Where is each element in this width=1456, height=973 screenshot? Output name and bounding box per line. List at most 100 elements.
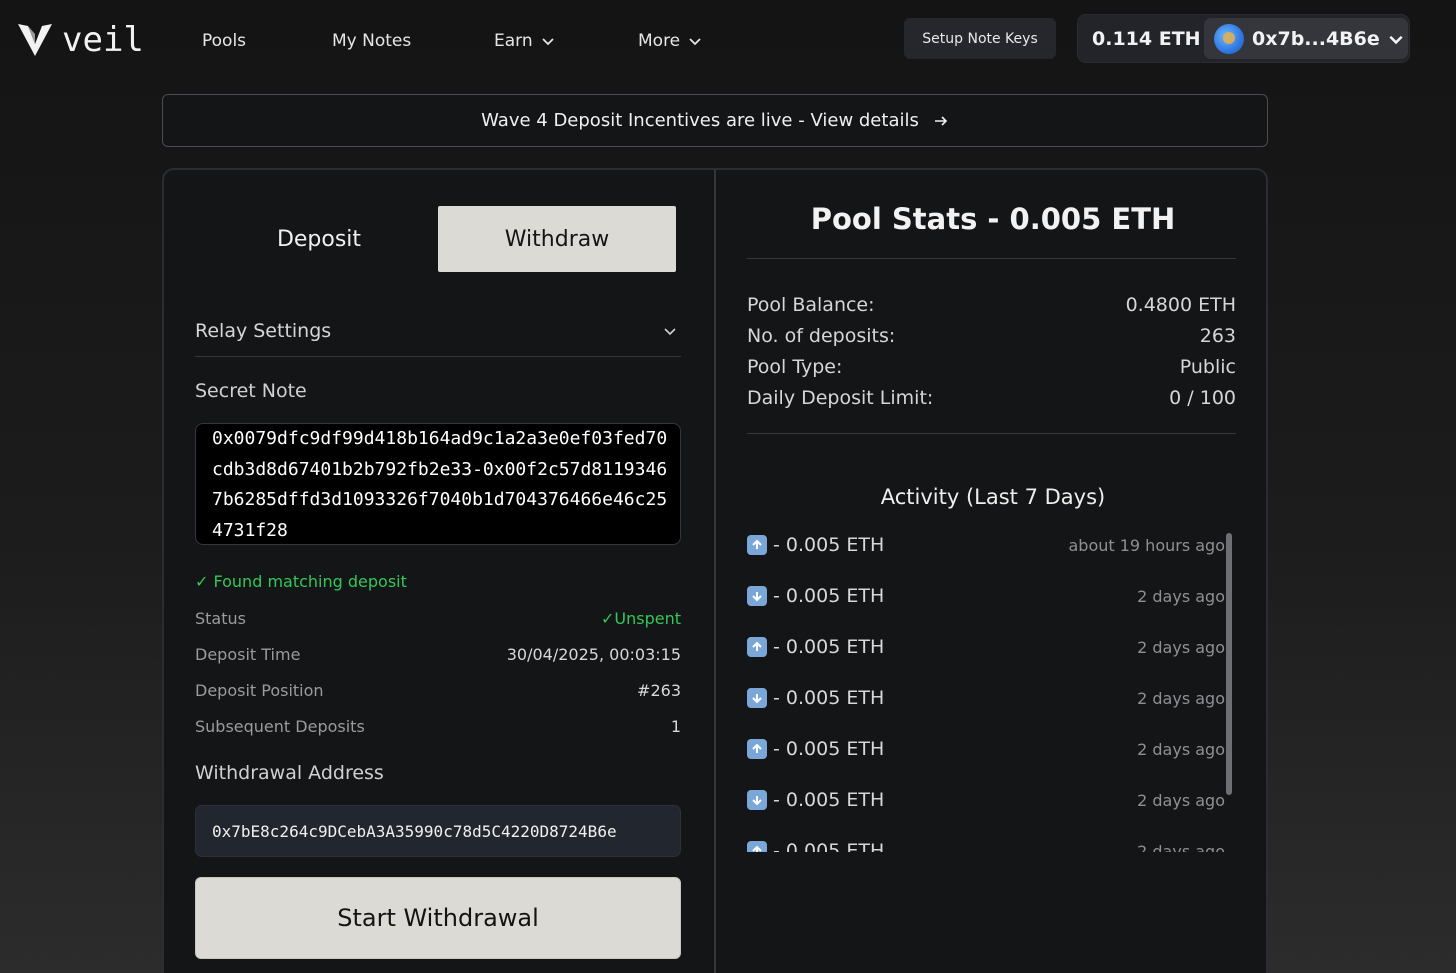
panel-divider [714,170,716,973]
activity-item-left: - 0.005 ETH [747,534,884,556]
stat-key: Daily Deposit Limit: [747,387,934,409]
tab-withdraw[interactable]: Withdraw [438,206,676,272]
wallet-widget: 0.114 ETH 0x7b...4B6e [1077,14,1410,63]
detail-row-subsequent-deposits: Subsequent Deposits 1 [195,715,681,739]
chevron-down-icon [689,38,701,46]
activity-time: 2 days ago [1137,586,1225,606]
activity-item: - 0.005 ETH about 19 hours ago [747,530,1225,560]
stat-value: 263 [1199,325,1236,347]
stats-divider-bottom [747,433,1236,434]
brand-logo[interactable]: veil [18,22,144,58]
stat-key: Pool Balance: [747,294,875,316]
activity-time: 2 days ago [1137,637,1225,657]
pool-stats-title: Pool Stats - 0.005 ETH [810,202,1176,236]
activity-item-left: - 0.005 ETH [747,636,884,658]
activity-item: - 0.005 ETH 2 days ago [747,683,1225,713]
detail-row-status: Status ✓Unspent [195,607,681,631]
activity-time: 2 days ago [1137,841,1225,853]
activity-item: - 0.005 ETH 2 days ago [747,581,1225,611]
detail-row-deposit-time: Deposit Time 30/04/2025, 00:03:15 [195,643,681,667]
activity-time: about 19 hours ago [1068,535,1225,555]
arrow-down-icon [747,790,767,810]
activity-item: - 0.005 ETH 2 days ago [747,785,1225,815]
top-nav: veil Pools My Notes Earn More Setup Note… [0,0,1456,82]
stat-value: 0 / 100 [1169,387,1236,409]
activity-scrollbar[interactable] [1226,533,1232,795]
detail-key: Status [195,609,246,628]
arrow-up-icon [747,637,767,657]
activity-time: 2 days ago [1137,790,1225,810]
relay-settings-label: Relay Settings [195,320,332,342]
pool-card: Deposit Withdraw Relay Settings Secret N… [162,168,1268,973]
activity-item-left: - 0.005 ETH [747,840,884,852]
chevron-down-icon [541,38,554,46]
found-deposit-text: ✓ Found matching deposit [195,572,407,591]
stat-value: 0.4800 ETH [1125,294,1236,316]
setup-note-keys-button[interactable]: Setup Note Keys [904,18,1056,59]
withdrawal-address-input[interactable]: 0x7bE8c264c9DCebA3A35990c78d5C4220D8724B… [195,805,681,857]
nav-more-label: More [638,31,681,51]
brand-name: veil [62,20,144,60]
secret-note-input[interactable]: 0x0079dfc9df99d418b164ad9c1a2a3e0ef03fed… [195,423,681,545]
wallet-balance: 0.114 ETH [1092,28,1201,50]
stat-row-daily-limit: Daily Deposit Limit: 0 / 100 [747,385,1236,411]
detail-value: 1 [670,717,681,736]
nav-earn[interactable]: Earn [494,29,555,53]
arrow-up-icon [747,841,767,852]
detail-value: 30/04/2025, 00:03:15 [506,645,681,664]
activity-amount: - 0.005 ETH [773,687,885,709]
detail-row-deposit-position: Deposit Position #263 [195,679,681,703]
stat-key: Pool Type: [747,356,843,378]
veil-logo-icon [18,24,52,56]
arrow-down-icon [747,688,767,708]
globe-avatar-icon [1214,23,1244,54]
activity-amount: - 0.005 ETH [773,789,885,811]
activity-item-left: - 0.005 ETH [747,585,884,607]
nav-more[interactable]: More [638,29,702,53]
chevron-down-icon [1389,35,1403,44]
arrow-up-icon [747,535,767,555]
activity-item-left: - 0.005 ETH [747,687,884,709]
arrow-up-icon [747,739,767,759]
withdrawal-address-label: Withdrawal Address [195,762,384,784]
incentives-banner[interactable]: Wave 4 Deposit Incentives are live - Vie… [162,94,1268,147]
activity-item-left: - 0.005 ETH [747,738,884,760]
stat-row-pool-balance: Pool Balance: 0.4800 ETH [747,292,1236,318]
detail-value: #263 [637,681,681,700]
stat-row-pool-type: Pool Type: Public [747,354,1236,380]
activity-item: - 0.005 ETH 2 days ago [747,836,1225,852]
stat-key: No. of deposits: [747,325,896,347]
nav-pools-label: Pools [202,31,247,51]
activity-amount: - 0.005 ETH [773,738,885,760]
activity-list[interactable]: - 0.005 ETH about 19 hours ago - 0.005 ETH… [747,530,1225,852]
activity-amount: - 0.005 ETH [773,636,885,658]
banner-text: Wave 4 Deposit Incentives are live - Vie… [481,110,919,131]
activity-amount: - 0.005 ETH [773,585,885,607]
activity-title: Activity (Last 7 Days) [880,485,1106,509]
detail-key: Deposit Position [195,681,324,700]
activity-item: - 0.005 ETH 2 days ago [747,734,1225,764]
start-withdrawal-button[interactable]: Start Withdrawal [195,877,681,959]
nav-my-notes[interactable]: My Notes [332,29,411,53]
activity-item-left: - 0.005 ETH [747,789,884,811]
stat-value: Public [1179,356,1236,378]
detail-key: Subsequent Deposits [195,717,365,736]
arrow-right-icon [934,115,947,126]
activity-time: 2 days ago [1137,739,1225,759]
relay-divider [195,356,681,357]
wallet-account-button[interactable]: 0x7b...4B6e [1204,18,1408,59]
stat-row-deposits: No. of deposits: 263 [747,323,1236,349]
activity-amount: - 0.005 ETH [773,534,885,556]
status-badge: ✓Unspent [600,609,681,628]
nav-my-notes-label: My Notes [332,31,412,51]
stats-divider-top [747,258,1236,259]
chevron-down-icon [664,328,676,336]
secret-note-label: Secret Note [195,380,307,402]
activity-time: 2 days ago [1137,688,1225,708]
relay-settings-toggle[interactable]: Relay Settings [195,306,681,356]
arrow-down-icon [747,586,767,606]
activity-item: - 0.005 ETH 2 days ago [747,632,1225,662]
tab-deposit[interactable]: Deposit [200,206,438,272]
nav-earn-label: Earn [494,31,533,51]
nav-pools[interactable]: Pools [202,29,246,53]
